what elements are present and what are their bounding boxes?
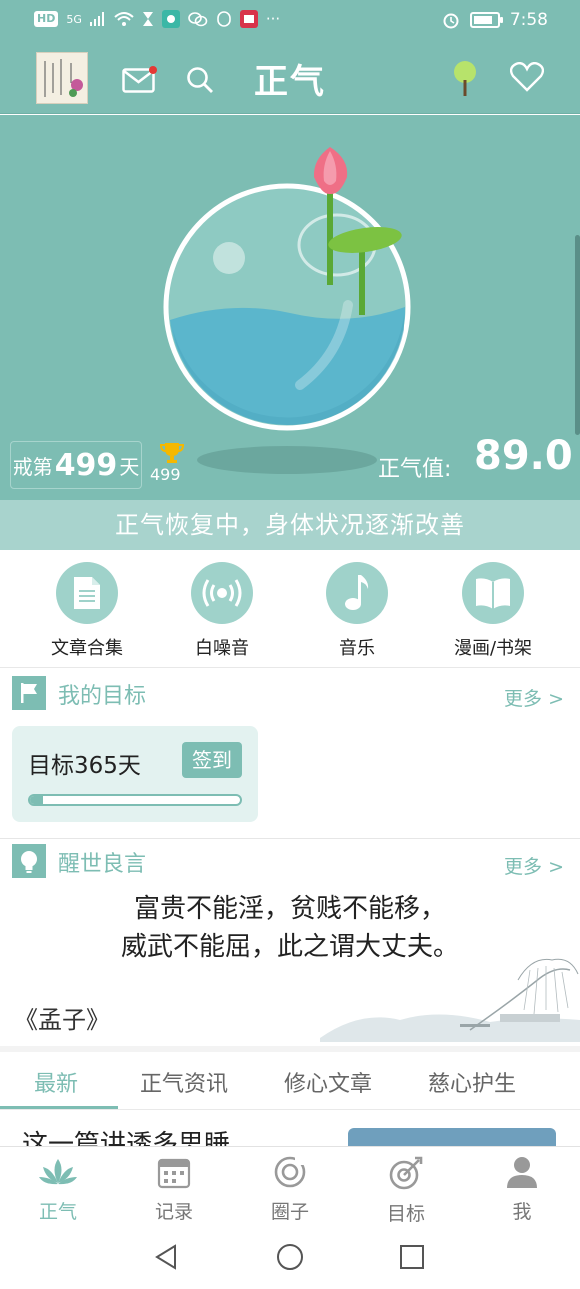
scrollbar[interactable] bbox=[575, 235, 580, 435]
goals-section-header: 我的目标 更多 > bbox=[0, 672, 580, 718]
signal-icon bbox=[89, 12, 104, 26]
news-app-icon bbox=[239, 10, 258, 28]
app-header: 正气 bbox=[0, 40, 580, 114]
battery-icon bbox=[469, 12, 503, 28]
bottom-nav: 正气 记录 圈子 目标 我 bbox=[0, 1146, 580, 1232]
streak-counter: 戒第 499 天 bbox=[10, 441, 142, 489]
streak-days: 499 bbox=[54, 447, 118, 483]
circle-icon bbox=[274, 1156, 306, 1188]
nav-goal[interactable]: 目标 bbox=[356, 1155, 456, 1226]
streak-suffix: 天 bbox=[119, 454, 140, 479]
goal-title: 目标365天 bbox=[28, 753, 141, 779]
divider bbox=[0, 838, 580, 839]
alarm-icon bbox=[443, 13, 459, 29]
checkin-button[interactable]: 签到 bbox=[182, 742, 242, 778]
status-banner: 正气恢复中，身体状况逐渐改善 bbox=[0, 500, 580, 550]
heart-icon[interactable] bbox=[509, 61, 545, 96]
wisdom-title: 醒世良言 bbox=[58, 852, 147, 877]
feature-white-noise[interactable]: 白噪音 bbox=[162, 562, 282, 660]
tab-news[interactable]: 正气资讯 bbox=[140, 1066, 228, 1098]
calendar-icon bbox=[157, 1158, 191, 1189]
wifi-icon bbox=[114, 12, 134, 26]
hd-badge: HD bbox=[34, 11, 59, 27]
status-right: 7:58 bbox=[442, 10, 548, 30]
recents-icon[interactable] bbox=[399, 1244, 425, 1270]
radio-waves-icon bbox=[191, 562, 253, 624]
music-note-icon bbox=[326, 562, 388, 624]
goal-progress-bar bbox=[28, 794, 242, 806]
tab-compassion[interactable]: 慈心护生 bbox=[428, 1066, 516, 1098]
tree-icon[interactable] bbox=[452, 60, 478, 102]
home-icon[interactable] bbox=[276, 1243, 304, 1271]
ink-landscape-illustration bbox=[320, 958, 580, 1042]
feature-articles[interactable]: 文章合集 bbox=[27, 562, 147, 660]
flag-icon bbox=[12, 676, 46, 710]
nav-zhengqi[interactable]: 正气 bbox=[8, 1155, 108, 1224]
nav-label: 记录 bbox=[154, 1201, 193, 1223]
more-notifications: ··· bbox=[265, 10, 281, 28]
streak-prefix: 戒第 bbox=[12, 454, 53, 479]
zhengqi-label: 正气值: bbox=[378, 457, 452, 482]
feature-label: 音乐 bbox=[339, 638, 375, 659]
content-tabs: 最新 正气资讯 修心文章 慈心护生 bbox=[0, 1046, 580, 1110]
hero-panel: 戒第 499 天 499 正气值: 89.0 bbox=[0, 115, 580, 500]
target-icon bbox=[389, 1156, 423, 1190]
wechat-icon bbox=[188, 12, 208, 27]
lightbulb-icon bbox=[12, 844, 46, 878]
feature-label: 漫画/书架 bbox=[453, 638, 533, 659]
tab-latest[interactable]: 最新 bbox=[34, 1066, 78, 1098]
person-icon bbox=[507, 1157, 537, 1188]
goal-progress-fill bbox=[30, 796, 43, 804]
feature-label: 白噪音 bbox=[195, 638, 249, 659]
back-icon[interactable] bbox=[153, 1244, 179, 1270]
app-notify-icon bbox=[161, 10, 180, 28]
hand-icon bbox=[217, 11, 231, 27]
tab-articles[interactable]: 修心文章 bbox=[284, 1066, 372, 1098]
zhengqi-value: 89.0 bbox=[474, 433, 573, 479]
system-navigation-bar bbox=[0, 1232, 580, 1289]
status-bar: HD 5G ··· 7:58 bbox=[0, 0, 580, 40]
app-root: HD 5G ··· 7:58 正气 戒第 499 天 499 正气值: 89.0… bbox=[0, 0, 580, 1289]
hourglass-icon bbox=[142, 12, 153, 26]
book-icon bbox=[462, 562, 524, 624]
nav-label: 圈子 bbox=[270, 1201, 309, 1223]
feature-label: 文章合集 bbox=[51, 638, 123, 659]
goals-title: 我的目标 bbox=[58, 684, 147, 709]
tab-indicator bbox=[0, 1106, 118, 1109]
quote-line-1: 富贵不能淫，贫贱不能移， bbox=[133, 894, 446, 924]
wisdom-more-link[interactable]: 更多 > bbox=[504, 852, 564, 879]
feature-music[interactable]: 音乐 bbox=[297, 562, 417, 660]
nav-circle[interactable]: 圈子 bbox=[240, 1155, 340, 1224]
nav-me[interactable]: 我 bbox=[472, 1155, 572, 1224]
page-title: 正气 bbox=[254, 62, 326, 102]
clock: 7:58 bbox=[509, 10, 548, 30]
nav-label: 目标 bbox=[386, 1203, 425, 1225]
nav-records[interactable]: 记录 bbox=[124, 1155, 224, 1224]
goals-more-link[interactable]: 更多 > bbox=[504, 684, 564, 711]
document-icon bbox=[56, 562, 118, 624]
wisdom-section-header: 醒世良言 更多 > bbox=[0, 840, 580, 886]
nav-label: 正气 bbox=[38, 1201, 77, 1223]
status-left: HD 5G ··· bbox=[34, 10, 280, 28]
signal-label: 5G bbox=[66, 12, 82, 26]
lotus-icon bbox=[39, 1159, 77, 1185]
trophy-count: 499 bbox=[150, 465, 181, 484]
quote-source: 《孟子》 bbox=[14, 1006, 110, 1034]
feature-bookshelf[interactable]: 漫画/书架 bbox=[433, 562, 553, 660]
feature-row: 文章合集 白噪音 音乐 漫画/书架 bbox=[0, 550, 580, 668]
goal-card[interactable]: 目标365天 签到 bbox=[12, 726, 258, 822]
nav-label: 我 bbox=[512, 1201, 532, 1223]
